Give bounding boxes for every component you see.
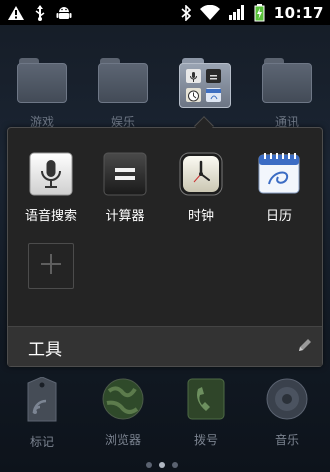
add-app-slot[interactable]	[28, 243, 74, 289]
dock-dialer[interactable]: 拨号	[176, 377, 236, 448]
folder-communication[interactable]	[262, 58, 312, 104]
app-label: 语音搜索	[24, 209, 77, 224]
app-voice-search[interactable]: 语音搜索	[14, 151, 88, 224]
folder-name[interactable]: 工具	[28, 335, 62, 360]
app-clock[interactable]: 时钟	[164, 151, 238, 224]
pencil-icon[interactable]	[296, 338, 312, 358]
page-indicator	[146, 462, 178, 468]
app-label: 计算器	[105, 209, 145, 224]
app-calendar[interactable]: 日历	[242, 151, 316, 224]
folder-name-bar[interactable]: 工具	[8, 326, 322, 366]
page-dot[interactable]	[146, 462, 152, 468]
tag-icon	[12, 376, 72, 427]
folder-games[interactable]	[17, 58, 67, 104]
calculator-icon	[102, 151, 148, 197]
page-dot[interactable]	[172, 462, 178, 468]
microphone-icon	[28, 151, 74, 197]
app-label: 时钟	[187, 209, 214, 224]
mini-microphone-icon	[186, 69, 201, 83]
plus-icon	[40, 253, 62, 279]
bluetooth-icon	[181, 4, 191, 21]
dock-label: 标记	[29, 435, 54, 449]
dock-label: 音乐	[274, 433, 299, 447]
app-calculator[interactable]: 计算器	[88, 151, 162, 224]
mini-clock-icon	[186, 88, 201, 102]
music-icon	[257, 377, 317, 425]
dock-label: 拨号	[193, 433, 218, 447]
wifi-icon	[199, 5, 220, 20]
folder-entertainment[interactable]	[98, 58, 148, 104]
folder-tools-open[interactable]	[179, 58, 231, 108]
android-debug-icon	[56, 5, 72, 21]
calendar-icon	[256, 151, 302, 197]
warning-icon	[8, 5, 24, 20]
dock-tag[interactable]: 标记	[12, 376, 72, 450]
dock-browser[interactable]: 浏览器	[93, 377, 153, 448]
page-dot-active[interactable]	[159, 462, 165, 468]
mini-calculator-icon	[206, 69, 221, 83]
clock-icon	[178, 151, 224, 197]
phone-icon	[176, 377, 236, 425]
dock-label: 浏览器	[104, 433, 141, 447]
status-bar: 10:17	[0, 0, 330, 25]
signal-icon	[228, 5, 245, 20]
globe-icon	[93, 377, 153, 425]
status-time: 10:17	[273, 3, 324, 22]
usb-icon	[34, 4, 46, 21]
dock-music[interactable]: 音乐	[257, 377, 317, 448]
app-label: 日历	[265, 209, 292, 224]
mini-calendar-icon	[206, 88, 221, 102]
battery-charging-icon	[254, 3, 265, 22]
